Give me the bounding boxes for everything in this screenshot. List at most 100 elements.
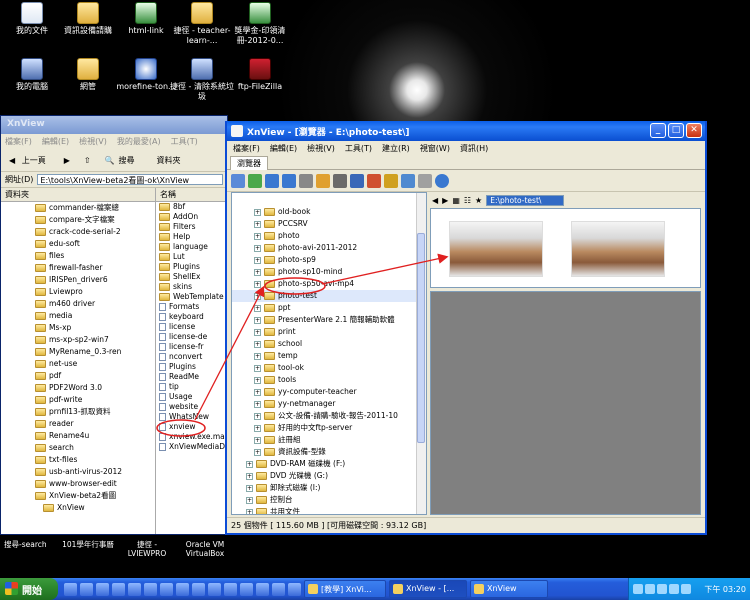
folder-tree-item[interactable]: + photo-sp10-mind xyxy=(232,266,426,278)
folder-tree-item[interactable]: + old-book xyxy=(232,206,426,218)
desktop-icon-filezilla[interactable]: ftp-FileZilla xyxy=(228,58,292,92)
quick-launch-icon[interactable] xyxy=(256,582,269,596)
file-list-item[interactable]: tip xyxy=(156,382,227,392)
folder-tree-item[interactable]: XnView xyxy=(1,502,155,514)
desktop-label-lviewpro[interactable]: 捷徑 - LVIEWPRO xyxy=(122,540,172,558)
photo-thumbnail[interactable] xyxy=(571,221,665,277)
xnview-title-bar[interactable]: XnView - [瀏覽器 - E:\photo-test\] _ □ ✕ xyxy=(227,121,705,141)
file-list-item[interactable]: Plugins xyxy=(156,362,227,372)
folder-tree-item[interactable]: txt-files xyxy=(1,454,155,466)
quick-launch-icon[interactable] xyxy=(96,582,109,596)
folder-tree-item[interactable]: media xyxy=(1,310,155,322)
expand-toggle[interactable]: + xyxy=(254,304,261,312)
desktop-icon-netadmin[interactable]: 網管 xyxy=(56,58,120,92)
folder-tree-item[interactable]: + photo xyxy=(232,230,426,242)
thumbnail-grid[interactable] xyxy=(430,208,701,288)
folder-tree-item[interactable]: Lviewpro xyxy=(1,286,155,298)
forward-arrow-icon[interactable]: ▶ xyxy=(442,196,448,205)
file-list-item[interactable]: WhatsNew xyxy=(156,412,227,422)
file-list-item[interactable]: Help xyxy=(156,232,227,242)
menu-file[interactable]: 檔案(F) xyxy=(5,136,32,148)
desktop-icon-my-computer[interactable]: 我的電腦 xyxy=(0,58,64,92)
folder-tree-item[interactable]: + print xyxy=(232,326,426,338)
address-input[interactable]: E:\tools\XnView-beta2看圖-ok\XnView xyxy=(37,174,223,185)
expand-toggle[interactable]: + xyxy=(254,208,261,216)
expand-toggle[interactable]: + xyxy=(254,400,261,408)
folder-tree-item[interactable]: pdf-write xyxy=(1,394,155,406)
tray-icon[interactable] xyxy=(669,584,679,594)
folder-tree-item[interactable]: compare-文字檔案 xyxy=(1,214,155,226)
print-icon[interactable] xyxy=(350,173,364,188)
desktop-icon-morefine[interactable]: morefine-ton... xyxy=(114,58,178,92)
quick-launch-icon[interactable] xyxy=(272,582,285,596)
expand-toggle[interactable]: + xyxy=(254,232,261,240)
folder-tree-item[interactable]: ms-xp-sp2-win7 xyxy=(1,334,155,346)
folder-tree-item[interactable]: + tool-ok xyxy=(232,362,426,374)
search-button[interactable]: 🔍 搜尋 xyxy=(101,154,143,167)
folder-tree-item[interactable]: + DVD-RAM 磁碟機 (F:) xyxy=(232,458,426,470)
maximize-button[interactable]: □ xyxy=(668,123,684,138)
file-list-item[interactable]: keyboard xyxy=(156,312,227,322)
expand-toggle[interactable]: + xyxy=(254,280,261,288)
file-list-item[interactable]: website xyxy=(156,402,227,412)
minimize-button[interactable]: _ xyxy=(650,123,666,138)
folder-tree-item[interactable]: + school xyxy=(232,338,426,350)
folder-tree-item[interactable]: + 好用的中文ftp-server xyxy=(232,422,426,434)
folder-tree-item[interactable]: usb-anti-virus-2012 xyxy=(1,466,155,478)
file-list-item[interactable]: skins xyxy=(156,282,227,292)
taskbar-item-tutorial[interactable]: [教學] XnVi... xyxy=(304,580,386,598)
folder-tree[interactable]: + old-book + PCCSRV + photo + photo-avi-2011-20… xyxy=(231,192,427,515)
folder-tree-item[interactable]: firewall-fasher xyxy=(1,262,155,274)
folder-tree-item[interactable]: m460 driver xyxy=(1,298,155,310)
expand-toggle[interactable]: + xyxy=(246,484,253,492)
tray-icon[interactable] xyxy=(681,584,691,594)
file-list-item[interactable]: nconvert xyxy=(156,352,227,362)
browser-icon[interactable] xyxy=(231,173,245,188)
quick-launch-icon[interactable] xyxy=(288,582,301,596)
expand-toggle[interactable]: + xyxy=(254,388,261,396)
quick-launch-icon[interactable] xyxy=(80,582,93,596)
folder-tree-item[interactable]: + PCCSRV xyxy=(232,218,426,230)
expand-toggle[interactable]: + xyxy=(246,496,253,504)
desktop-label-calendar[interactable]: 101學年行事曆 xyxy=(60,540,116,549)
settings-icon[interactable] xyxy=(418,173,432,188)
menu-create[interactable]: 建立(R) xyxy=(382,143,410,154)
folder-tree-item[interactable]: + tools xyxy=(232,374,426,386)
quick-launch-icon[interactable] xyxy=(224,582,237,596)
slideshow-icon[interactable] xyxy=(367,173,381,188)
expand-toggle[interactable]: + xyxy=(254,328,261,336)
folder-tree-item[interactable]: XnView-beta2看圖 xyxy=(1,490,155,502)
expand-toggle[interactable]: + xyxy=(254,268,261,276)
folder-tree-item[interactable]: www-browser-edit xyxy=(1,478,155,490)
xnview-window[interactable]: XnView - [瀏覽器 - E:\photo-test\] _ □ ✕ 檔案… xyxy=(225,121,707,535)
menu-edit[interactable]: 編輯(E) xyxy=(270,143,297,154)
file-list-item[interactable]: Plugins xyxy=(156,262,227,272)
file-list-item[interactable]: WebTemplate xyxy=(156,292,227,302)
folder-tree-item[interactable]: + 資訊設備-型錄 xyxy=(232,446,426,458)
folder-tree-item[interactable]: net-use xyxy=(1,358,155,370)
folder-tree-item[interactable]: + photo-sp9 xyxy=(232,254,426,266)
menu-window[interactable]: 視窗(W) xyxy=(420,143,450,154)
folder-icon[interactable] xyxy=(316,173,330,188)
expand-toggle[interactable]: + xyxy=(254,352,261,360)
folder-tree-item[interactable]: pdf xyxy=(1,370,155,382)
favorites-star-icon[interactable]: ★ xyxy=(475,196,482,205)
back-icon[interactable] xyxy=(265,173,279,188)
folder-tree-item[interactable]: + temp xyxy=(232,350,426,362)
quick-launch-icon[interactable] xyxy=(192,582,205,596)
close-button[interactable]: ✕ xyxy=(686,123,702,138)
folder-tree-item[interactable]: + photo-avi-2011-2012 xyxy=(232,242,426,254)
folder-tree-item[interactable]: + yy-computer-teacher xyxy=(232,386,426,398)
folder-tree-item[interactable]: PDF2Word 3.0 xyxy=(1,382,155,394)
expand-toggle[interactable]: + xyxy=(254,292,261,300)
file-list-item[interactable]: XnViewMediaDete xyxy=(156,442,227,452)
desktop-label-search[interactable]: 搜尋-search xyxy=(4,540,47,549)
file-list-item[interactable]: language xyxy=(156,242,227,252)
clock[interactable]: 下午 03:20 xyxy=(704,584,750,595)
expand-toggle[interactable]: + xyxy=(254,448,261,456)
expand-toggle[interactable]: + xyxy=(254,436,261,444)
expand-toggle[interactable]: + xyxy=(254,340,261,348)
menu-help[interactable]: 資訊(H) xyxy=(460,143,488,154)
file-list-item[interactable]: xnview xyxy=(156,422,227,432)
filter-icon[interactable]: ▦ xyxy=(452,196,460,205)
